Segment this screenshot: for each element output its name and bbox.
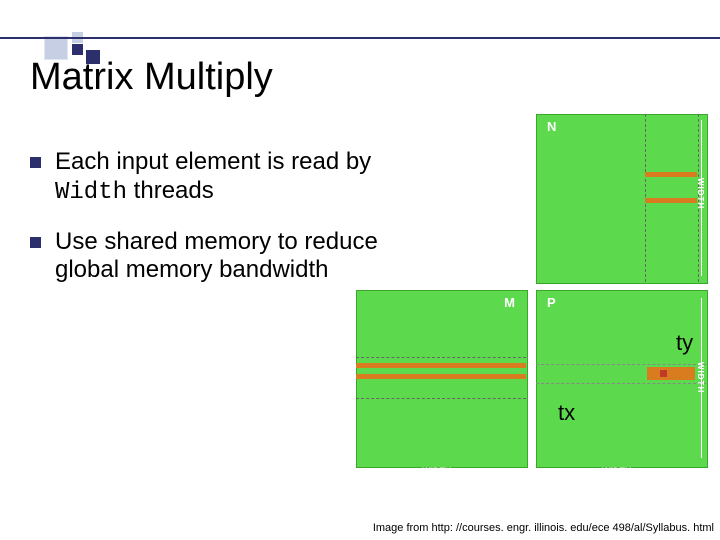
- width-label-vert: WIDTH: [696, 362, 705, 393]
- bullet-icon: [30, 157, 41, 168]
- bullet-text-a: Each input element is read by: [55, 148, 371, 175]
- label-ty: ty: [676, 330, 693, 356]
- decor-square: [72, 44, 83, 55]
- p-output-element: [660, 370, 667, 377]
- matrix-label-n: N: [547, 119, 556, 134]
- m-band: [356, 363, 526, 368]
- inline-code: Width: [55, 179, 127, 206]
- width-label-vert: WIDTH: [696, 178, 705, 209]
- n-band: [645, 198, 697, 203]
- n-band: [645, 172, 697, 177]
- bullet-icon: [30, 237, 41, 248]
- bullet-text-b: threads: [127, 177, 214, 204]
- width-label: WIDTH: [602, 466, 632, 476]
- m-band: [356, 374, 526, 379]
- matmul-diagram: N WIDTH M P WIDTH ty tx WIDTH WIDTH: [350, 114, 720, 509]
- label-tx: tx: [558, 400, 575, 426]
- slide-title: Matrix Multiply: [30, 56, 273, 99]
- width-label: WIDTH: [422, 466, 452, 476]
- decor-rule: [0, 37, 720, 39]
- matrix-label-m: M: [504, 295, 515, 310]
- image-credit: Image from http: //courses. engr. illino…: [373, 522, 714, 534]
- matrix-label-p: P: [547, 295, 556, 310]
- p-output-tile: [647, 367, 695, 380]
